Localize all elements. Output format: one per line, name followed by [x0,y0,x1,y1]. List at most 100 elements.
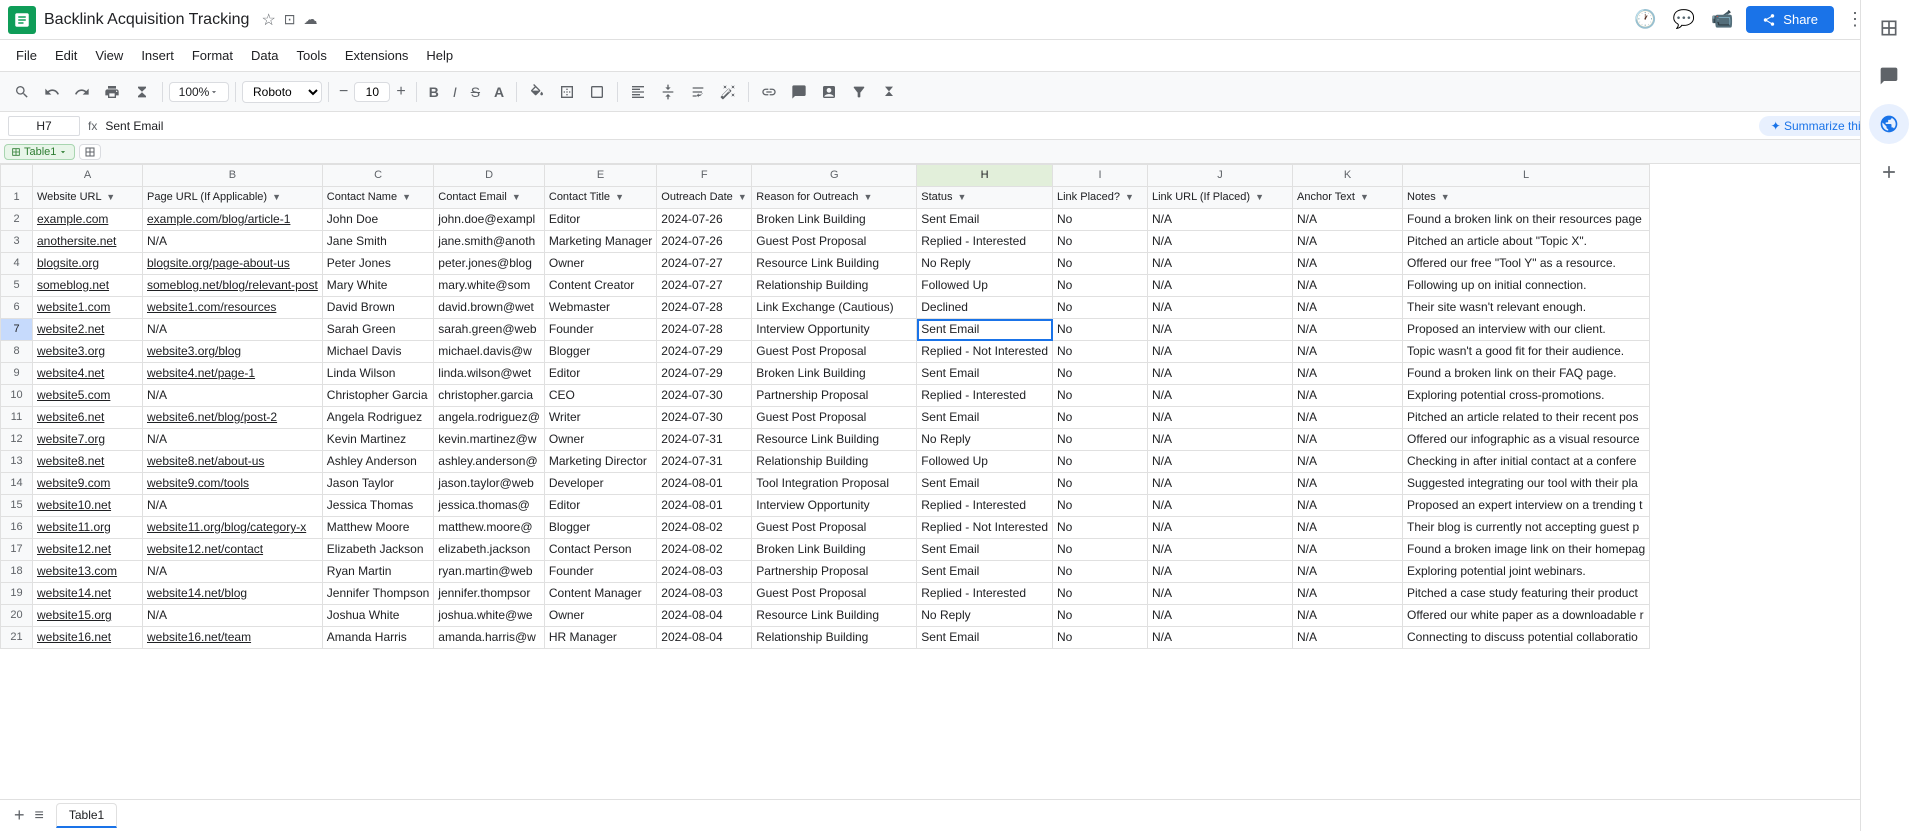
move-icon[interactable]: ⊡ [284,11,296,28]
col-reason[interactable]: Reason for Outreach ▼ [752,187,917,209]
cell-anchor_text-18[interactable]: N/A [1293,561,1403,583]
cell-page_url-2[interactable]: example.com/blog/article-1 [143,209,323,231]
cell-link_url-15[interactable]: N/A [1148,495,1293,517]
cell-status-5[interactable]: Followed Up [917,275,1053,297]
cell-page_url-19[interactable]: website14.net/blog [143,583,323,605]
cell-contact_email-20[interactable]: joshua.white@we [434,605,545,627]
cell-outreach_date-14[interactable]: 2024-08-01 [657,473,752,495]
cell-status-3[interactable]: Replied - Interested [917,231,1053,253]
cell-notes-7[interactable]: Proposed an interview with our client. [1403,319,1650,341]
wrap-text-button[interactable] [684,80,712,104]
cell-page_url-21[interactable]: website16.net/team [143,627,323,649]
cell-anchor_text-2[interactable]: N/A [1293,209,1403,231]
font-size-decrease[interactable]: − [335,81,352,103]
cell-link_placed-8[interactable]: No [1053,341,1148,363]
cell-website_url-4[interactable]: blogsite.org [33,253,143,275]
cell-outreach_date-17[interactable]: 2024-08-02 [657,539,752,561]
cell-contact_email-17[interactable]: elizabeth.jackson [434,539,545,561]
cell-status-13[interactable]: Followed Up [917,451,1053,473]
share-button[interactable]: Share [1746,6,1834,34]
menu-data[interactable]: Data [243,44,286,67]
paintformat-button[interactable] [128,80,156,104]
cell-reason-5[interactable]: Relationship Building [752,275,917,297]
cell-page_url-12[interactable]: N/A [143,429,323,451]
cell-contact_title-2[interactable]: Editor [544,209,656,231]
cell-page_url-3[interactable]: N/A [143,231,323,253]
cell-outreach_date-4[interactable]: 2024-07-27 [657,253,752,275]
cell-website_url-13[interactable]: website8.net [33,451,143,473]
comment-icon[interactable]: 💬 [1669,5,1699,34]
search-button[interactable] [8,80,36,104]
chart-btn[interactable] [815,80,843,104]
cell-outreach_date-21[interactable]: 2024-08-04 [657,627,752,649]
cell-notes-6[interactable]: Their site wasn't relevant enough. [1403,297,1650,319]
cell-status-16[interactable]: Replied - Not Interested [917,517,1053,539]
col-contact-title[interactable]: Contact Title ▼ [544,187,656,209]
meet-icon[interactable]: 📹 [1707,5,1737,34]
col-header-E[interactable]: E [544,165,656,187]
col-notes[interactable]: Notes ▼ [1403,187,1650,209]
cell-link_url-17[interactable]: N/A [1148,539,1293,561]
filter-button[interactable] [845,80,873,104]
cell-contact_email-11[interactable]: angela.rodriguez@ [434,407,545,429]
cell-reason-18[interactable]: Partnership Proposal [752,561,917,583]
col-header-K[interactable]: K [1293,165,1403,187]
clock-icon[interactable]: 🕐 [1630,5,1660,34]
cell-website_url-21[interactable]: website16.net [33,627,143,649]
cell-status-18[interactable]: Sent Email [917,561,1053,583]
cell-contact_title-9[interactable]: Editor [544,363,656,385]
cell-anchor_text-5[interactable]: N/A [1293,275,1403,297]
cell-status-20[interactable]: No Reply [917,605,1053,627]
cell-website_url-20[interactable]: website15.org [33,605,143,627]
cell-website_url-17[interactable]: website12.net [33,539,143,561]
cell-anchor_text-20[interactable]: N/A [1293,605,1403,627]
cell-website_url-14[interactable]: website9.com [33,473,143,495]
cell-contact_name-8[interactable]: Michael Davis [322,341,434,363]
col-header-B[interactable]: B [143,165,323,187]
cell-website_url-15[interactable]: website10.net [33,495,143,517]
cell-contact_email-14[interactable]: jason.taylor@web [434,473,545,495]
cell-outreach_date-3[interactable]: 2024-07-26 [657,231,752,253]
cell-notes-18[interactable]: Exploring potential joint webinars. [1403,561,1650,583]
cell-contact_email-15[interactable]: jessica.thomas@ [434,495,545,517]
strikethrough-button[interactable]: S [465,80,486,104]
cell-reason-14[interactable]: Tool Integration Proposal [752,473,917,495]
cell-contact_email-8[interactable]: michael.davis@w [434,341,545,363]
zoom-selector[interactable]: 100% [169,82,229,102]
cell-notes-20[interactable]: Offered our white paper as a downloadabl… [1403,605,1650,627]
text-color-button[interactable]: A [488,80,510,104]
cell-contact_title-5[interactable]: Content Creator [544,275,656,297]
cell-contact_name-12[interactable]: Kevin Martinez [322,429,434,451]
cell-notes-3[interactable]: Pitched an article about "Topic X". [1403,231,1650,253]
cell-outreach_date-12[interactable]: 2024-07-31 [657,429,752,451]
menu-edit[interactable]: Edit [47,44,85,67]
col-header-C[interactable]: C [322,165,434,187]
cell-website_url-2[interactable]: example.com [33,209,143,231]
cell-reason-2[interactable]: Broken Link Building [752,209,917,231]
cell-status-21[interactable]: Sent Email [917,627,1053,649]
cell-outreach_date-11[interactable]: 2024-07-30 [657,407,752,429]
cell-contact_name-5[interactable]: Mary White [322,275,434,297]
cell-contact_email-12[interactable]: kevin.martinez@w [434,429,545,451]
cell-contact_name-7[interactable]: Sarah Green [322,319,434,341]
cell-anchor_text-7[interactable]: N/A [1293,319,1403,341]
cell-reason-4[interactable]: Resource Link Building [752,253,917,275]
cell-link_url-19[interactable]: N/A [1148,583,1293,605]
sidebar-add-icon[interactable] [1869,152,1909,192]
cell-outreach_date-10[interactable]: 2024-07-30 [657,385,752,407]
cell-notes-21[interactable]: Connecting to discuss potential collabor… [1403,627,1650,649]
cell-status-17[interactable]: Sent Email [917,539,1053,561]
star-icon[interactable]: ☆ [261,10,275,30]
col-header-H[interactable]: H [917,165,1053,187]
cell-contact_title-15[interactable]: Editor [544,495,656,517]
col-header-A[interactable]: A [33,165,143,187]
cell-contact_name-21[interactable]: Amanda Harris [322,627,434,649]
col-website-url[interactable]: Website URL ▼ [33,187,143,209]
cell-contact_title-19[interactable]: Content Manager [544,583,656,605]
cell-anchor_text-3[interactable]: N/A [1293,231,1403,253]
cell-status-15[interactable]: Replied - Interested [917,495,1053,517]
cell-contact_email-21[interactable]: amanda.harris@w [434,627,545,649]
sidebar-sheets-icon[interactable] [1869,8,1909,48]
cell-contact_title-3[interactable]: Marketing Manager [544,231,656,253]
cell-anchor_text-10[interactable]: N/A [1293,385,1403,407]
